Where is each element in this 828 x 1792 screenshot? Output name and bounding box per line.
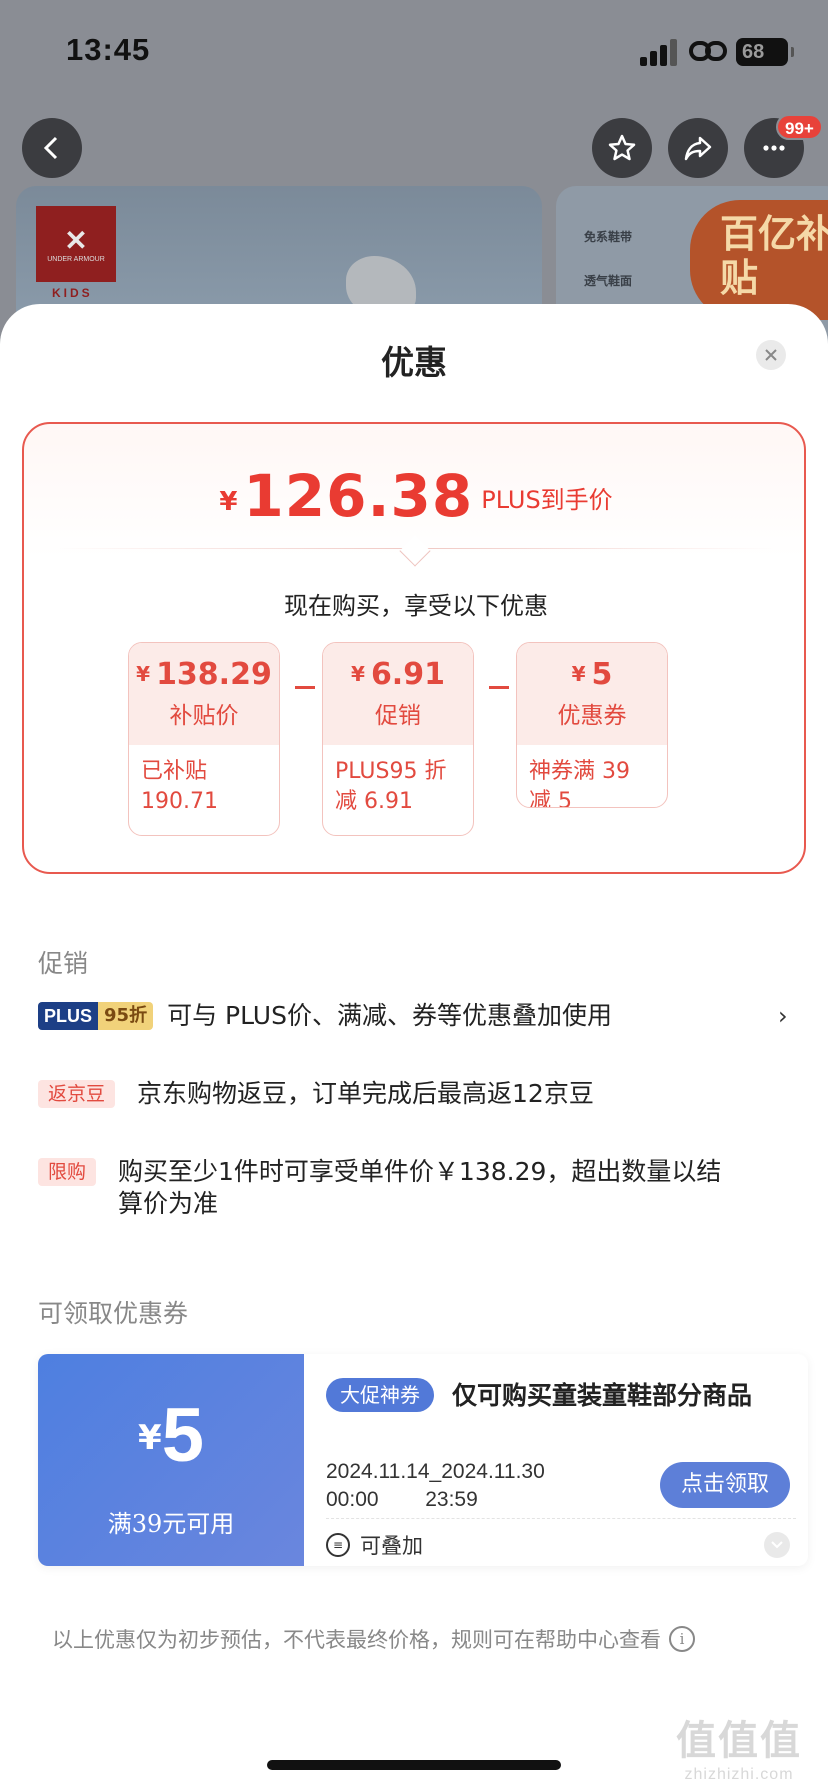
price-summary-card: ¥126.38 PLUS到手价 现在购买，享受以下优惠 ¥138.29 补贴价 已… [22, 422, 806, 874]
promotions-section-label: 促销 [38, 949, 89, 978]
brand-kids-label: KIDS [52, 286, 93, 300]
status-time: 13:45 [66, 32, 151, 67]
brand-logo: ✕ UNDER ARMOUR [36, 206, 116, 282]
promotion-row-plus[interactable]: PLUS 95折 可与 PLUS价、满减、券等优惠叠加使用 [38, 1000, 798, 1032]
back-button[interactable] [22, 118, 82, 178]
promotion-text: 京东购物返豆，订单完成后最高返12京豆 [137, 1079, 594, 1108]
chevron-down-icon [771, 1541, 783, 1549]
breakdown-value: 6.91 [370, 657, 445, 692]
buy-now-note: 现在购买，享受以下优惠 [284, 592, 548, 620]
coupon-stackable: ≡ 可叠加 [326, 1530, 423, 1560]
favorite-button[interactable] [592, 118, 652, 178]
coupon-condition: 满39元可用 [107, 1510, 235, 1538]
price-amount: 126.38 [243, 462, 474, 530]
price-currency: ¥ [219, 487, 238, 517]
price-label: PLUS到手价 [481, 486, 613, 514]
minus-sign [295, 686, 315, 689]
divider-notch [399, 535, 431, 567]
breakdown-label: 促销 [375, 703, 421, 729]
chevron-right-icon[interactable]: › [778, 1002, 788, 1030]
claim-coupon-button[interactable]: 点击领取 [660, 1462, 790, 1508]
breakdown-label: 优惠券 [557, 703, 627, 729]
watermark-site: zhizhizhi.com [684, 1766, 794, 1783]
sheet-title: 优惠 [381, 343, 447, 382]
coupon-divider [326, 1518, 796, 1519]
plus-discount-tag: PLUS 95折 [38, 1002, 154, 1030]
breakdown-card-promotion: ¥6.91 促销 PLUS95 折 减 6.91 [322, 642, 474, 836]
battery-indicator: 68 [736, 38, 794, 66]
purchase-limit-tag: 限购 [38, 1158, 97, 1186]
expand-coupon-button[interactable] [764, 1532, 790, 1558]
share-arrow-icon [684, 136, 712, 161]
breakdown-value: 5 [591, 657, 613, 692]
promotion-text: 可与 PLUS价、满减、券等优惠叠加使用 [167, 1001, 612, 1030]
star-icon [608, 134, 636, 161]
share-button[interactable] [668, 118, 728, 178]
minus-sign [489, 686, 509, 689]
notification-badge: 99+ [776, 114, 823, 140]
stack-icon: ≡ [326, 1533, 350, 1557]
brand-name: UNDER ARMOUR [47, 255, 105, 263]
coupon-value-panel: ¥5 满39元可用 [38, 1354, 304, 1566]
stackable-label: 可叠加 [360, 1534, 423, 1558]
status-bar: 13:45 68 [0, 0, 828, 100]
breakdown-detail: 神券满 39 减 5 [529, 759, 630, 808]
promotion-row-limit: 限购 购买至少1件时可享受单件价￥138.29，超出数量以结算价为准 [38, 1156, 798, 1220]
coupon-title: 仅可购买童装童鞋部分商品 [452, 1381, 753, 1410]
promotion-text: 购买至少1件时可享受单件价￥138.29，超出数量以结算价为准 [118, 1157, 722, 1218]
feature-label-2: 透气鞋面 [584, 274, 633, 288]
final-price: ¥126.38 PLUS到手价 [24, 462, 808, 530]
breakdown-detail: 已补贴 190.71 [141, 759, 218, 814]
info-icon[interactable]: i [669, 1626, 695, 1652]
breakdown-value: 138.29 [156, 657, 272, 692]
disclaimer: 以上优惠仅为初步预估，不代表最终价格，规则可在帮助中心查看 i [52, 1624, 695, 1654]
jingdou-tag: 返京豆 [38, 1080, 116, 1108]
coupon-card: ¥5 满39元可用 大促神券 仅可购买童装童鞋部分商品 2024.11.14_2… [38, 1354, 808, 1566]
coupon-amount: ¥5 [138, 1393, 204, 1478]
breakdown-label: 补贴价 [169, 703, 239, 729]
watermark-logo: 值值值 [676, 1719, 802, 1763]
promotion-row-jingdou: 返京豆 京东购物返豆，订单完成后最高返12京豆 [38, 1078, 798, 1110]
signal-icon [640, 38, 680, 66]
close-icon [765, 349, 777, 361]
coupon-validity: 2024.11.14_2024.11.30 00:00 23:59 [326, 1460, 545, 1511]
chevron-left-icon [43, 136, 58, 160]
disclaimer-text: 以上优惠仅为初步预估，不代表最终价格，规则可在帮助中心查看 [52, 1628, 661, 1652]
breakdown-currency: ¥ [136, 662, 151, 686]
coupons-section-label: 可领取优惠券 [38, 1299, 189, 1328]
breakdown-card-subsidy: ¥138.29 补贴价 已补贴 190.71 [128, 642, 280, 836]
discount-sheet: 优惠 ¥126.38 PLUS到手价 现在购买，享受以下优惠 ¥138.29 补贴… [0, 304, 828, 1792]
feature-label-1: 免系鞋带 [584, 230, 633, 244]
product-page-background: 13:45 68 99+ ✕ UNDER ARMOUR KIDS 免系鞋带 透气… [0, 0, 828, 366]
home-indicator [267, 1760, 561, 1770]
breakdown-currency: ¥ [351, 662, 365, 686]
hotspot-link-icon [689, 41, 727, 61]
close-button[interactable] [756, 340, 786, 370]
coupon-type-tag: 大促神券 [326, 1378, 434, 1412]
breakdown-detail: PLUS95 折 减 6.91 [335, 759, 447, 814]
breakdown-currency: ¥ [571, 662, 586, 686]
watermark: 值值值 zhizhizhi.com [676, 1708, 802, 1784]
breakdown-card-coupon: ¥5 优惠券 神券满 39 减 5 [516, 642, 668, 808]
subsidy-badge: 百亿补贴 [690, 200, 828, 320]
